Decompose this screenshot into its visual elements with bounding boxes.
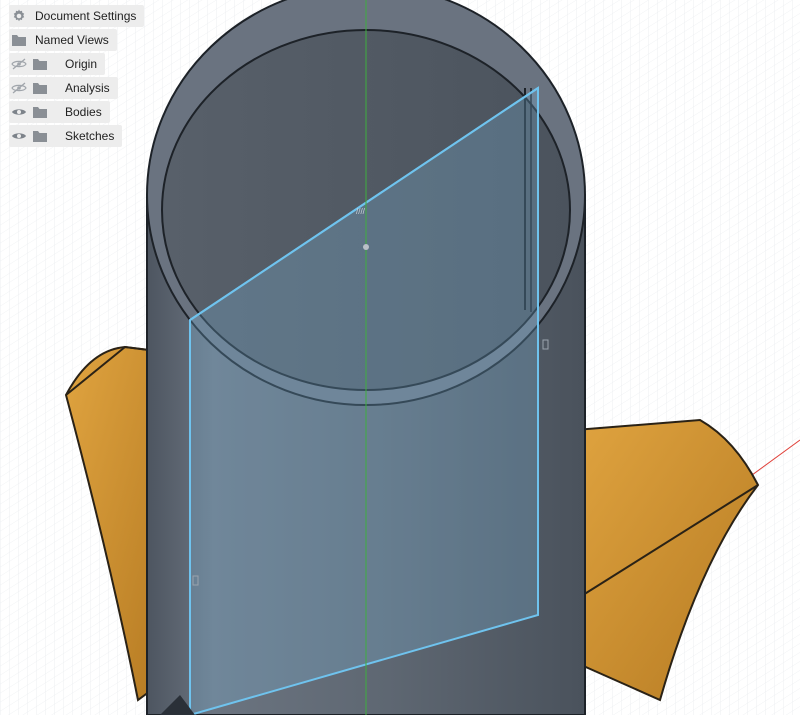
browser-item-origin[interactable]: Origin xyxy=(9,53,106,75)
folder-icon xyxy=(29,78,51,98)
browser-item-document-settings[interactable]: Document Settings xyxy=(9,5,145,27)
eye-hidden-icon[interactable] xyxy=(9,54,29,74)
browser-item-named-views[interactable]: Named Views xyxy=(9,29,117,51)
browser-item-label: Analysis xyxy=(65,81,110,95)
browser-item-label: Origin xyxy=(65,57,98,71)
browser-item-label: Named Views xyxy=(35,33,109,47)
browser-item-bodies[interactable]: Bodies xyxy=(9,101,110,123)
svg-text:////: //// xyxy=(356,207,366,216)
eye-icon[interactable] xyxy=(9,126,29,146)
gear-icon[interactable] xyxy=(9,6,29,26)
browser-item-label: Document Settings xyxy=(35,9,137,23)
model-viewport[interactable]: //// xyxy=(0,0,800,715)
folder-icon xyxy=(29,54,51,74)
folder-icon xyxy=(29,126,51,146)
browser-item-analysis[interactable]: Analysis xyxy=(9,77,118,99)
center-point[interactable] xyxy=(363,244,369,250)
eye-icon[interactable] xyxy=(9,102,29,122)
folder-icon xyxy=(29,102,51,122)
browser-item-label: Bodies xyxy=(65,105,102,119)
eye-hidden-icon[interactable] xyxy=(9,78,29,98)
browser-item-sketches[interactable]: Sketches xyxy=(9,125,123,147)
folder-icon xyxy=(9,30,29,50)
browser-item-label: Sketches xyxy=(65,129,115,143)
